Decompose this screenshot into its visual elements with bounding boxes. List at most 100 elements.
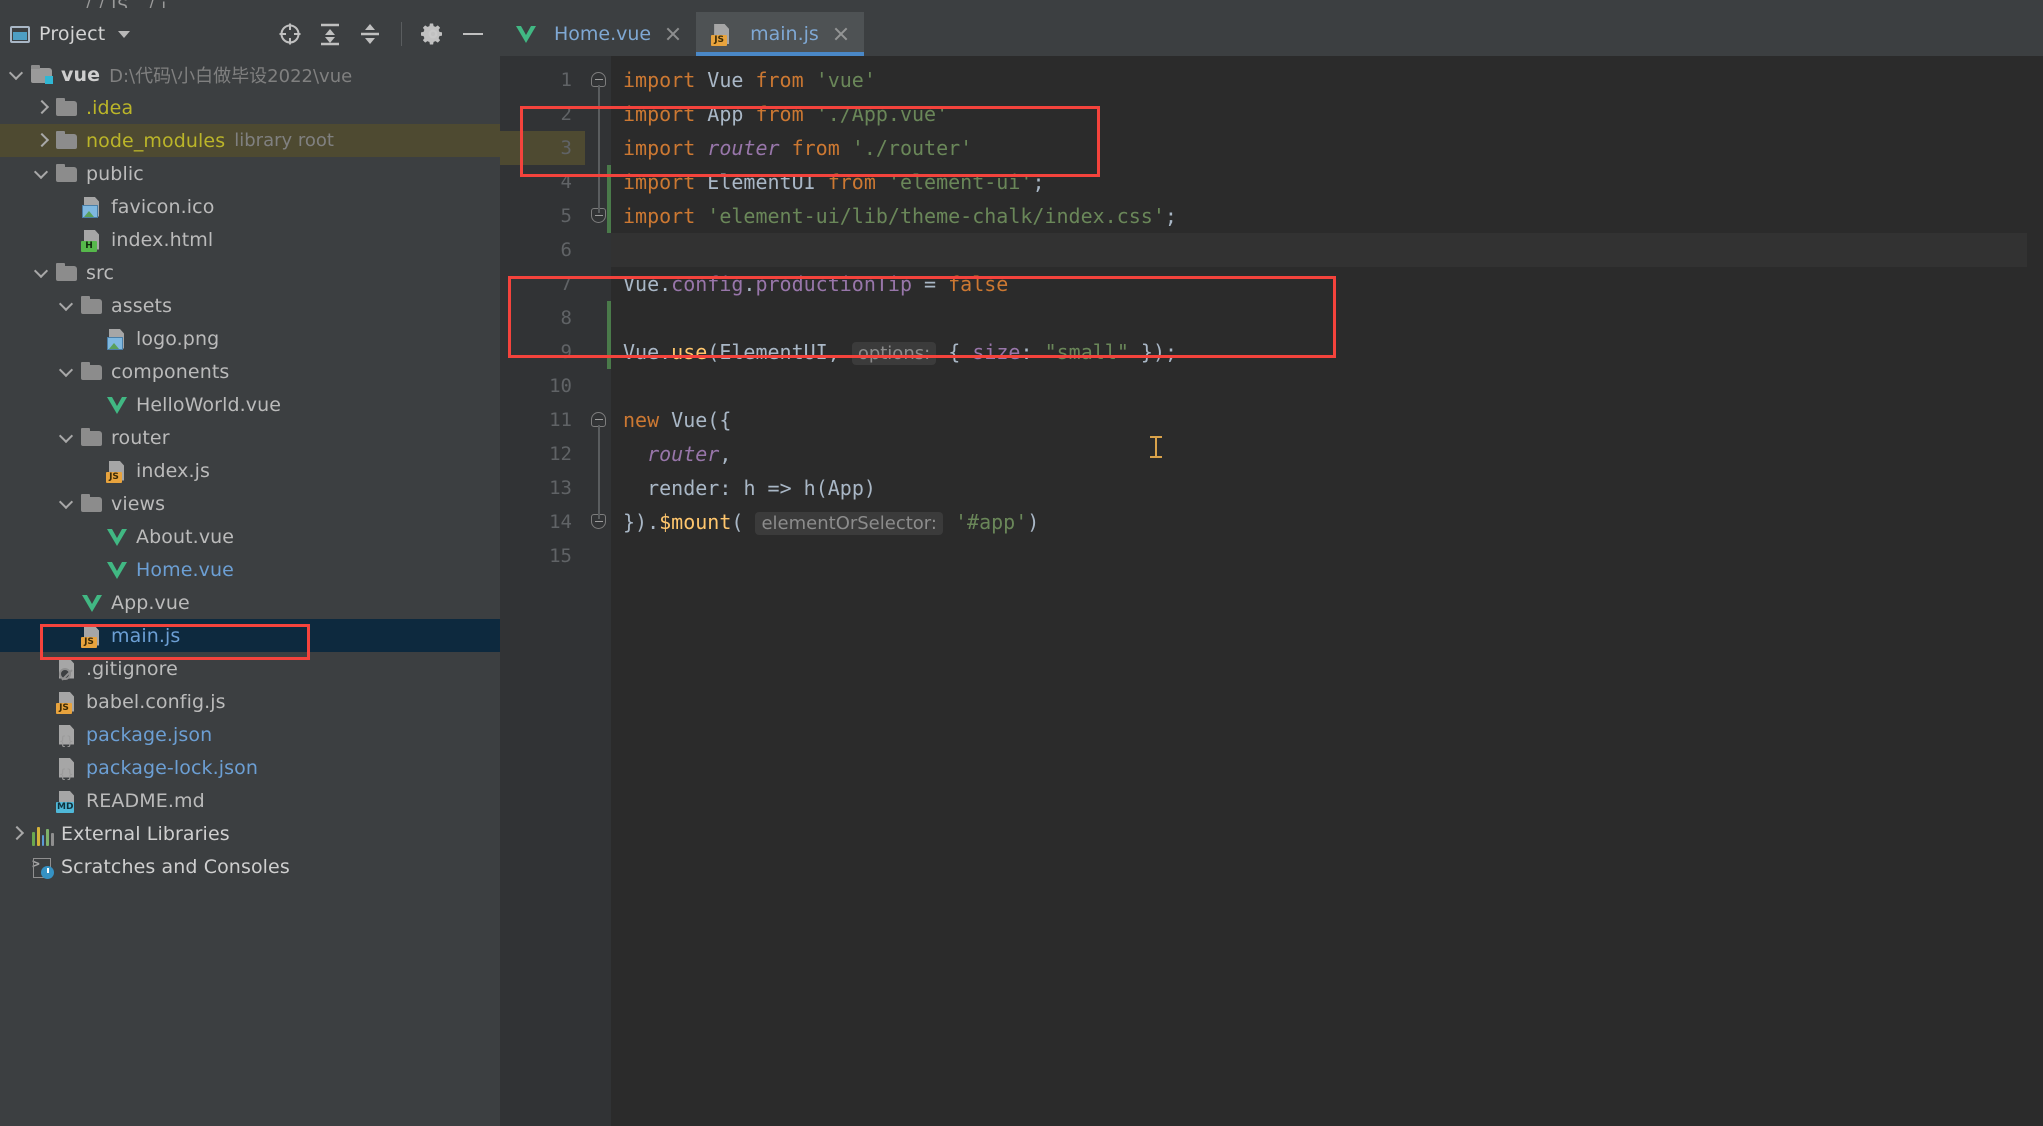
collapse-all-icon[interactable] [357, 21, 383, 47]
tree-item--gitignore[interactable]: .gitignore [0, 652, 500, 685]
tree-item-main-js[interactable]: JS main.js [0, 619, 500, 652]
line-number: 14 [549, 511, 572, 533]
code-token: size [972, 340, 1021, 364]
tree-item-about-vue[interactable]: About.vue [0, 520, 500, 553]
vue-file-icon [105, 558, 129, 582]
code-token: './App.vue' [815, 102, 949, 126]
minimize-icon[interactable] [460, 21, 486, 47]
code-token: from [827, 170, 876, 194]
editor-tab-home-vue[interactable]: Home.vue [500, 12, 696, 56]
code-line[interactable]: import router from './router' [611, 131, 2043, 165]
json-file-icon: {} [55, 723, 79, 747]
code-line[interactable]: new Vue({ [611, 403, 2043, 437]
code-token: Vue [623, 340, 660, 364]
code-token: Vue [707, 68, 744, 92]
code-token: App [827, 476, 864, 500]
editor-tabbar[interactable]: Home.vue JS main.js [500, 12, 2043, 56]
window-top-strip: / / JS . / j [0, 0, 2043, 12]
chevron-down-icon[interactable] [58, 495, 75, 512]
fold-and-change-gutter[interactable] [585, 56, 612, 1126]
chevron-down-icon[interactable] [33, 165, 50, 182]
code-line[interactable]: Vue.config.productionTip = false [611, 267, 2043, 301]
chevron-down-icon[interactable] [58, 297, 75, 314]
tree-item-views[interactable]: views [0, 487, 500, 520]
code-line[interactable]: render: h => h(App) [611, 471, 2043, 505]
code-token: h [803, 476, 816, 500]
chevron-down-icon[interactable] [118, 30, 131, 38]
tree-item-favicon-ico[interactable]: favicon.ico [0, 190, 500, 223]
tree-item-index-js[interactable]: JS index.js [0, 454, 500, 487]
code-line[interactable]: import App from './App.vue' [611, 97, 2043, 131]
json-file-icon: {} [55, 756, 79, 780]
editor-tab-label: main.js [750, 23, 819, 45]
tree-item-index-html[interactable]: Hindex.html [0, 223, 500, 256]
tree-item-router[interactable]: router [0, 421, 500, 454]
tree-item-node-modules[interactable]: node_modules library root [0, 124, 500, 157]
tree-item-app-vue[interactable]: App.vue [0, 586, 500, 619]
tree-item-logo-png[interactable]: logo.png [0, 322, 500, 355]
image-file-icon [105, 327, 129, 351]
tree-item-label: package.json [86, 723, 213, 746]
no-toggle [58, 627, 75, 644]
close-icon[interactable] [664, 25, 682, 43]
tree-item-package-json[interactable]: {} package.json [0, 718, 500, 751]
close-icon[interactable] [832, 25, 850, 43]
tree-item-public[interactable]: public [0, 157, 500, 190]
tree-item-home-vue[interactable]: Home.vue [0, 553, 500, 586]
tree-item-readme-md[interactable]: MD README.md [0, 784, 500, 817]
code-token: ( [815, 476, 828, 500]
expand-all-icon[interactable] [317, 21, 343, 47]
tree-item-vue[interactable]: vue D:\代码\小白做毕设2022\vue [0, 58, 500, 91]
code-line[interactable]: router, [611, 437, 2043, 471]
tree-item-assets[interactable]: assets [0, 289, 500, 322]
tree-item-helloworld-vue[interactable]: HelloWorld.vue [0, 388, 500, 421]
editor-tab-main-js[interactable]: JS main.js [696, 12, 864, 56]
chevron-right-icon[interactable] [33, 99, 50, 116]
external-libraries-icon [30, 822, 54, 846]
tree-item-src[interactable]: src [0, 256, 500, 289]
code-token: '#app' [955, 510, 1028, 534]
project-file-tree[interactable]: vue D:\代码\小白做毕设2022\vue .idea node_modules l… [0, 56, 500, 1112]
tree-item-scratches-and-consoles[interactable]: Scratches and Consoles [0, 850, 500, 883]
code-line[interactable] [611, 539, 2043, 573]
tree-item-external-libraries[interactable]: External Libraries [0, 817, 500, 850]
code-token: : [1020, 340, 1045, 364]
editor-tab-label: Home.vue [554, 23, 652, 45]
tree-item-babel-config-js[interactable]: JS babel.config.js [0, 685, 500, 718]
chevron-down-icon[interactable] [58, 363, 75, 380]
code-line[interactable]: import ElementUI from 'element-ui'; [611, 165, 2043, 199]
tree-item-label: components [111, 360, 230, 383]
chevron-down-icon[interactable] [58, 429, 75, 446]
tree-item-package-lock-json[interactable]: {} package-lock.json [0, 751, 500, 784]
code-token: ({ [707, 408, 732, 432]
gear-icon[interactable] [420, 21, 446, 47]
code-line[interactable]: import 'element-ui/lib/theme-chalk/index… [611, 199, 2043, 233]
code-viewport: 1 2 3 4 5 6 7 8 9 10 11 12 13 14 15 import Vue from 'v… [500, 56, 2043, 1126]
crosshair-target-icon[interactable] [277, 21, 303, 47]
chevron-right-icon[interactable] [33, 132, 50, 149]
tree-item--idea[interactable]: .idea [0, 91, 500, 124]
code-line[interactable] [611, 301, 2043, 335]
chevron-down-icon[interactable] [8, 66, 25, 83]
code-line[interactable] [611, 369, 2043, 403]
code-line[interactable] [611, 233, 2043, 267]
folder-icon [80, 492, 104, 516]
chevron-down-icon[interactable] [33, 264, 50, 281]
code-content[interactable]: import Vue from 'vue' import App from './… [611, 56, 2043, 1126]
project-panel-title-group[interactable]: Project [10, 23, 131, 45]
code-token: import [623, 136, 696, 160]
tree-item-components[interactable]: components [0, 355, 500, 388]
code-line[interactable]: Vue.use(ElementUI, options: { size: "sma… [611, 335, 2043, 369]
code-token: router [707, 136, 780, 160]
code-line[interactable]: }).$mount( elementOrSelector: '#app') [611, 505, 2043, 539]
chevron-right-icon[interactable] [8, 825, 25, 842]
code-line[interactable]: import Vue from 'vue' [611, 63, 2043, 97]
code-token: ElementUI [719, 340, 828, 364]
code-token: "small" [1044, 340, 1129, 364]
